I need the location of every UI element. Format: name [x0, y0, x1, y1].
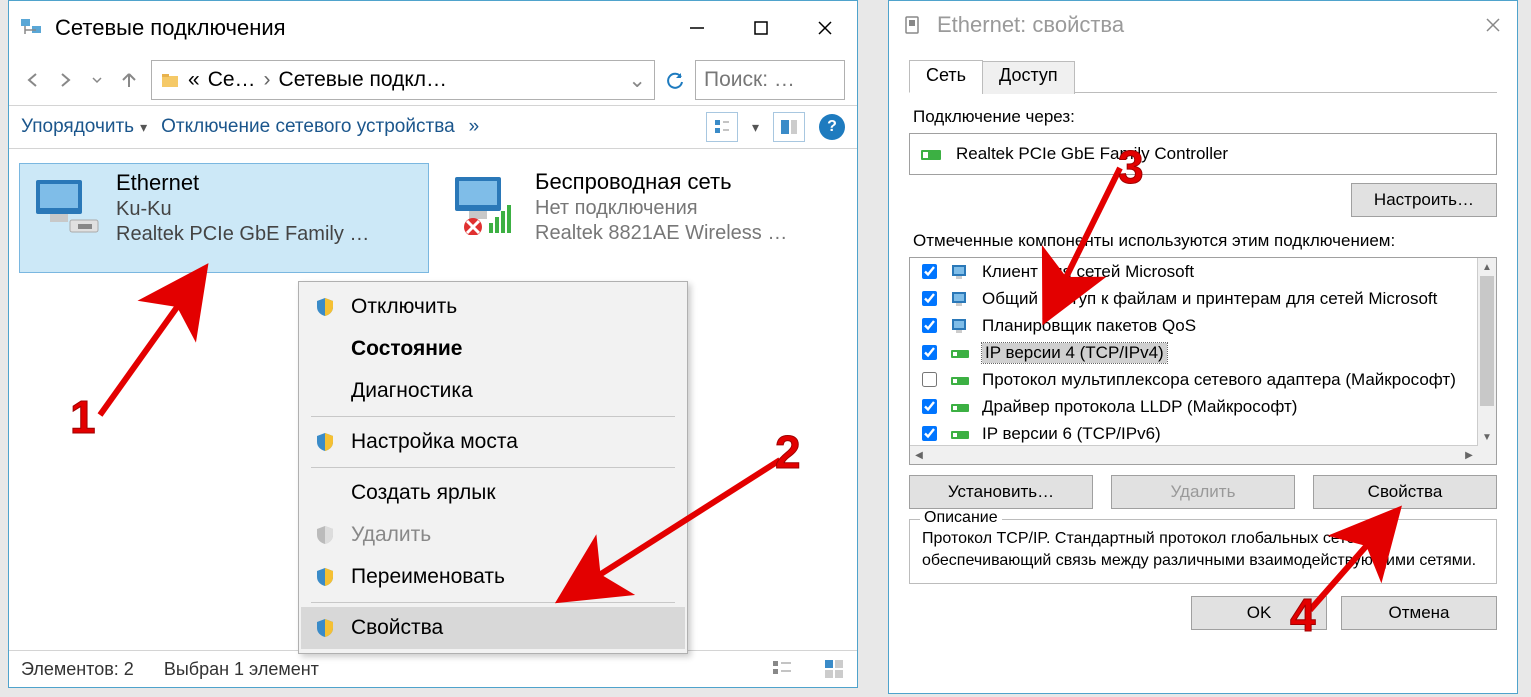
disable-device-button[interactable]: Отключение сетевого устройства — [161, 116, 455, 138]
ethernet-properties-window: Ethernet: свойства Сеть Доступ Подключен… — [888, 0, 1518, 694]
connection-device: Realtek PCIe GbE Family … — [116, 223, 369, 246]
configure-button[interactable]: Настроить… — [1351, 183, 1497, 217]
window-buttons — [685, 16, 847, 40]
vertical-scrollbar[interactable]: ▲ ▼ — [1477, 258, 1496, 446]
component-checkbox[interactable] — [922, 318, 937, 333]
connection-status: Нет подключения — [535, 197, 787, 220]
ethernet-port-icon — [901, 14, 923, 36]
component-row[interactable]: Драйвер протокола LLDP (Майкрософт) — [910, 393, 1478, 420]
install-button[interactable]: Установить… — [909, 475, 1093, 509]
horizontal-scrollbar[interactable]: ◀▶ — [910, 445, 1478, 464]
component-row-ipv4[interactable]: IP версии 4 (TCP/IPv4) — [910, 339, 1478, 366]
description-text: Протокол TCP/IP. Стандартный протокол гл… — [922, 528, 1484, 571]
back-button[interactable] — [21, 68, 45, 92]
annotation-1: 1 — [70, 390, 96, 444]
ctx-diagnostics[interactable]: Диагностика — [301, 370, 685, 412]
annotation-3: 3 — [1118, 140, 1144, 194]
component-checkbox[interactable] — [922, 345, 937, 360]
breadcrumb-sep: « — [188, 68, 200, 92]
component-checkbox[interactable] — [922, 372, 937, 387]
adapter-box: Realtek PCIe GbE Family Controller — [909, 133, 1497, 175]
view-dropdown[interactable]: ▾ — [752, 119, 759, 136]
ctx-properties[interactable]: Свойства — [301, 607, 685, 649]
dropdown-chevron[interactable]: ⌄ — [628, 68, 646, 93]
maximize-button[interactable] — [749, 16, 773, 40]
window-title: Сетевые подключения — [55, 15, 685, 41]
ctx-bridge[interactable]: Настройка моста — [301, 421, 685, 463]
connection-name: Ethernet — [116, 170, 369, 196]
network-connections-window: Сетевые подключения « Се… › Сетевые подк… — [8, 0, 858, 688]
wireless-icon — [449, 175, 521, 235]
ethernet-icon — [30, 176, 102, 236]
connection-device: Realtek 8821AE Wireless … — [535, 222, 787, 245]
folder-icon — [160, 70, 180, 90]
connection-wireless[interactable]: Беспроводная сеть Нет подключения Realte… — [439, 163, 849, 273]
connection-name: Беспроводная сеть — [535, 169, 787, 195]
component-checkbox[interactable] — [922, 264, 937, 279]
properties-button[interactable]: Свойства — [1313, 475, 1497, 509]
network-icon — [19, 16, 43, 40]
titlebar[interactable]: Ethernet: свойства — [889, 1, 1517, 49]
adapter-icon — [920, 144, 944, 164]
status-selection: Выбран 1 элемент — [164, 659, 319, 680]
cancel-button[interactable]: Отмена — [1341, 596, 1497, 630]
ctx-delete: Удалить — [301, 514, 685, 556]
minimize-button[interactable] — [685, 16, 709, 40]
component-checkbox[interactable] — [922, 399, 937, 414]
toolbar-overflow[interactable]: » — [469, 116, 480, 138]
component-row[interactable]: Планировщик пакетов QoS — [910, 312, 1478, 339]
connect-through-label: Подключение через: — [913, 107, 1497, 127]
recent-button[interactable] — [85, 68, 109, 92]
component-checkbox[interactable] — [922, 426, 937, 441]
component-row[interactable]: Протокол мультиплексора сетевого адаптер… — [910, 366, 1478, 393]
status-bar: Элементов: 2 Выбран 1 элемент — [9, 650, 857, 687]
close-button[interactable] — [813, 16, 837, 40]
ctx-rename[interactable]: Переименовать — [301, 556, 685, 598]
adapter-name: Realtek PCIe GbE Family Controller — [956, 144, 1228, 164]
description-caption: Описание — [920, 509, 1002, 527]
refresh-button[interactable] — [665, 70, 685, 90]
nav-buttons — [21, 68, 141, 92]
titlebar[interactable]: Сетевые подключения — [9, 1, 857, 55]
preview-pane-button[interactable] — [773, 112, 805, 142]
breadcrumb-chevron: › — [264, 68, 271, 92]
organize-button[interactable]: Упорядочить▾ — [21, 116, 147, 138]
address-bar: « Се… › Сетевые подкл… ⌄ Поиск: … — [9, 55, 857, 105]
annotation-2: 2 — [775, 425, 801, 479]
tab-access[interactable]: Доступ — [982, 61, 1075, 94]
connection-status: Ku-Ku — [116, 198, 369, 221]
component-checkbox[interactable] — [922, 291, 937, 306]
description-box: Описание Протокол TCP/IP. Стандартный пр… — [909, 519, 1497, 584]
view-details-icon[interactable] — [771, 658, 793, 680]
breadcrumb-item[interactable]: Се… — [208, 68, 256, 92]
view-options-button[interactable] — [706, 112, 738, 142]
component-row[interactable]: Клиент для сетей Microsoft — [910, 258, 1478, 285]
help-button[interactable]: ? — [819, 114, 845, 140]
status-item-count: Элементов: 2 — [21, 659, 134, 680]
tab-network[interactable]: Сеть — [909, 60, 983, 93]
window-title: Ethernet: свойства — [937, 12, 1481, 38]
forward-button[interactable] — [53, 68, 77, 92]
search-input[interactable]: Поиск: … — [695, 60, 845, 100]
context-menu: Отключить Состояние Диагностика Настройк… — [298, 281, 688, 654]
ctx-disable[interactable]: Отключить — [301, 286, 685, 328]
components-list[interactable]: Клиент для сетей Microsoft Общий доступ … — [909, 257, 1497, 465]
component-row[interactable]: Общий доступ к файлам и принтерам для се… — [910, 285, 1478, 312]
ctx-status[interactable]: Состояние — [301, 328, 685, 370]
dialog-buttons: OK Отмена — [889, 584, 1517, 642]
components-label: Отмеченные компоненты используются этим … — [913, 231, 1497, 251]
breadcrumb-item[interactable]: Сетевые подкл… — [279, 68, 448, 92]
connection-ethernet[interactable]: Ethernet Ku-Ku Realtek PCIe GbE Family … — [19, 163, 429, 273]
ctx-shortcut[interactable]: Создать ярлык — [301, 472, 685, 514]
close-button[interactable] — [1481, 13, 1505, 37]
scrollbar-thumb[interactable] — [1480, 276, 1494, 406]
annotation-4: 4 — [1290, 588, 1316, 642]
component-row[interactable]: IP версии 6 (TCP/IPv6) — [910, 420, 1478, 446]
remove-button: Удалить — [1111, 475, 1295, 509]
up-button[interactable] — [117, 68, 141, 92]
tabset: Сеть Доступ — [909, 59, 1497, 93]
address-box[interactable]: « Се… › Сетевые подкл… ⌄ — [151, 60, 655, 100]
view-icons-icon[interactable] — [823, 658, 845, 680]
toolbar: Упорядочить▾ Отключение сетевого устройс… — [9, 105, 857, 149]
